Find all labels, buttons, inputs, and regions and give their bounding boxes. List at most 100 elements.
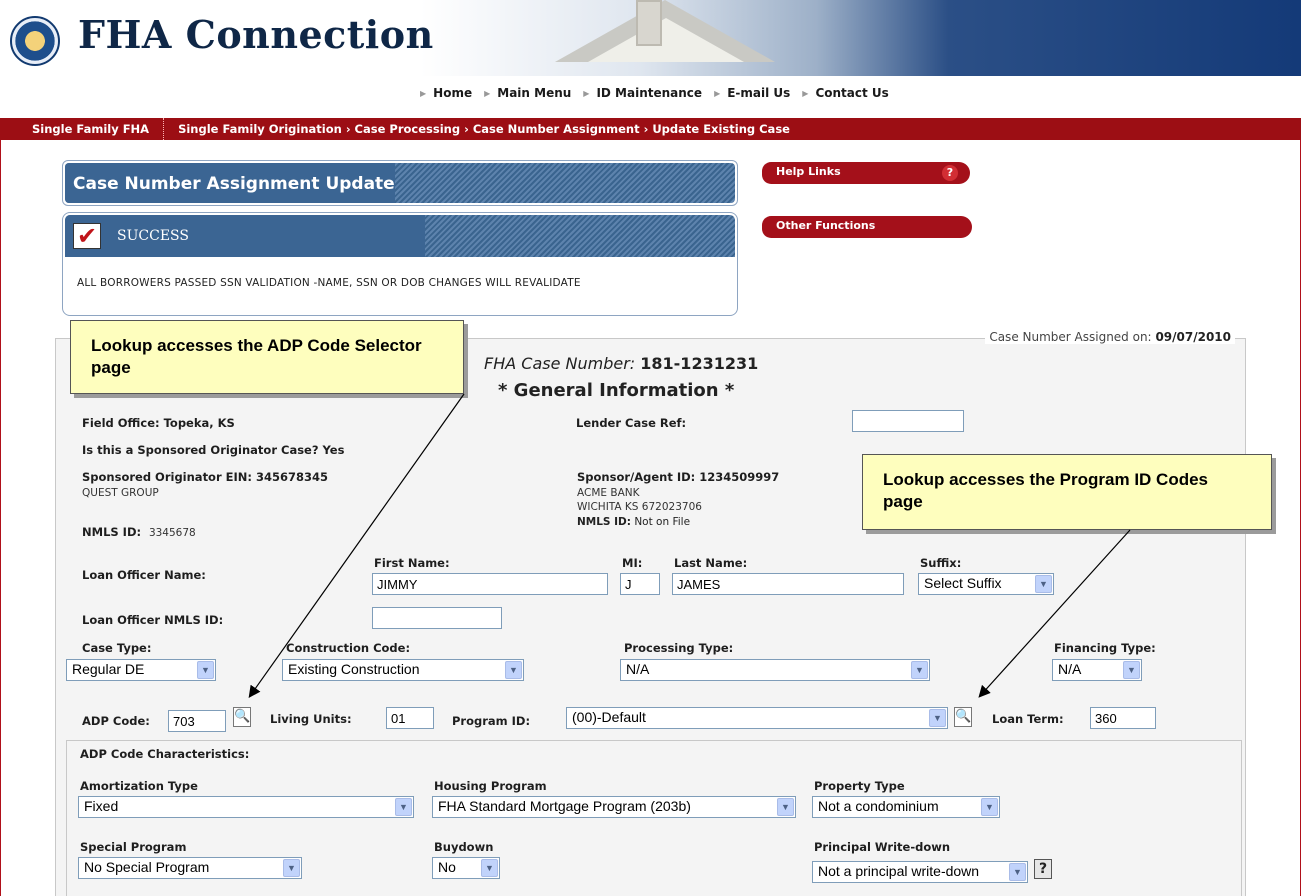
amortization-type-label: Amortization Type xyxy=(80,779,198,793)
property-type-label: Property Type xyxy=(814,779,905,793)
title-panel-fill: Case Number Assignment Update xyxy=(65,163,735,203)
sponsor-nmls-label: NMLS ID: xyxy=(577,516,631,528)
search-icon[interactable]: 🔍 xyxy=(954,707,972,727)
house-window-image xyxy=(636,0,662,46)
special-program-value: No Special Program xyxy=(84,859,210,875)
breadcrumb[interactable]: Single Family Origination › Case Process… xyxy=(164,122,790,136)
adp-lookup-callout: Lookup accesses the ADP Code Selector pa… xyxy=(70,320,464,394)
adp-characteristics-heading: ADP Code Characteristics: xyxy=(80,747,250,761)
adp-code-label: ADP Code: xyxy=(82,714,150,728)
housing-program-value: FHA Standard Mortgage Program (203b) xyxy=(438,798,691,814)
case-type-value: Regular DE xyxy=(72,661,145,677)
amortization-type-value: Fixed xyxy=(84,798,119,814)
sponsor-nmls-value: Not on File xyxy=(634,516,691,528)
header: FHA Connection ▶ Home ▶ Main Menu ▶ ID Main… xyxy=(0,0,1301,118)
amortization-type-select[interactable]: Fixed ▼ xyxy=(78,796,414,818)
chevron-down-icon: ▼ xyxy=(777,798,794,816)
other-functions-button[interactable]: Other Functions xyxy=(762,216,972,238)
processing-type-select[interactable]: N/A ▼ xyxy=(620,659,930,681)
help-links-label: Help Links xyxy=(776,165,841,178)
first-name-label: First Name: xyxy=(374,556,450,570)
special-program-select[interactable]: No Special Program ▼ xyxy=(78,857,302,879)
chevron-down-icon: ▼ xyxy=(283,859,300,877)
case-number-line: FHA Case Number: 181-1231231 xyxy=(484,354,758,373)
nav-contact-us[interactable]: ▶ Contact Us xyxy=(802,86,897,100)
case-assigned-date: Case Number Assigned on: 09/07/2010 xyxy=(985,330,1235,344)
question-icon: ? xyxy=(942,165,958,181)
chevron-down-icon: ▼ xyxy=(981,798,998,816)
sponsor-nmls: NMLS ID: Not on File xyxy=(577,516,690,528)
property-type-select[interactable]: Not a condominium ▼ xyxy=(812,796,1000,818)
program-id-select[interactable]: (00)-Default ▼ xyxy=(566,707,948,729)
arrow-right-icon: ▶ xyxy=(714,88,721,98)
special-program-label: Special Program xyxy=(80,840,187,854)
assigned-date-value: 09/07/2010 xyxy=(1155,330,1231,344)
housing-program-select[interactable]: FHA Standard Mortgage Program (203b) ▼ xyxy=(432,796,796,818)
search-icon[interactable]: 🔍 xyxy=(233,707,251,727)
loan-term-input[interactable] xyxy=(1090,707,1156,729)
page-title: Case Number Assignment Update xyxy=(73,174,395,194)
chevron-down-icon: ▼ xyxy=(911,661,928,679)
success-label: SUCCESS xyxy=(117,228,189,244)
hud-seal-icon xyxy=(10,16,60,66)
chevron-down-icon: ▼ xyxy=(1009,863,1026,881)
breadcrumb-root[interactable]: Single Family FHA xyxy=(0,118,165,140)
sponsor-address: WICHITA KS 672023706 xyxy=(577,501,702,513)
nav-email-us[interactable]: ▶ E-mail Us xyxy=(714,86,798,100)
arrow-right-icon: ▶ xyxy=(802,88,809,98)
checkmark-icon: ✔ xyxy=(73,223,101,249)
buydown-label: Buydown xyxy=(434,840,494,854)
processing-type-label: Processing Type: xyxy=(624,641,734,655)
buydown-value: No xyxy=(438,859,456,875)
arrow-right-icon: ▶ xyxy=(583,88,590,98)
arrow-right-icon: ▶ xyxy=(484,88,491,98)
last-name-input[interactable] xyxy=(672,573,904,595)
financing-type-select[interactable]: N/A ▼ xyxy=(1052,659,1142,681)
first-name-input[interactable] xyxy=(372,573,608,595)
other-functions-label: Other Functions xyxy=(776,219,876,232)
adp-code-input[interactable] xyxy=(168,710,226,732)
construction-code-select[interactable]: Existing Construction ▼ xyxy=(282,659,524,681)
loan-term-label: Loan Term: xyxy=(992,712,1064,726)
nav-label: ID Maintenance xyxy=(596,86,703,100)
loan-officer-nmls-input[interactable] xyxy=(372,607,502,629)
help-icon[interactable]: ? xyxy=(1034,859,1052,879)
chevron-down-icon: ▼ xyxy=(197,661,214,679)
case-type-select[interactable]: Regular DE ▼ xyxy=(66,659,216,681)
help-links-button[interactable]: Help Links ? xyxy=(762,162,970,184)
middle-initial-input[interactable] xyxy=(620,573,660,595)
breadcrumb-bar: Single Family FHA Single Family Originat… xyxy=(0,118,1301,140)
buydown-select[interactable]: No ▼ xyxy=(432,857,500,879)
construction-code-value: Existing Construction xyxy=(288,661,420,677)
property-type-value: Not a condominium xyxy=(818,798,939,814)
nav-main-menu[interactable]: ▶ Main Menu xyxy=(484,86,579,100)
nmls-value: 3345678 xyxy=(148,527,196,539)
construction-code-label: Construction Code: xyxy=(286,641,411,655)
sponsor-agent-id: Sponsor/Agent ID: 1234509997 xyxy=(577,470,780,484)
assigned-label: Case Number Assigned on: xyxy=(989,330,1152,344)
success-message: ALL BORROWERS PASSED SSN VALIDATION -NAM… xyxy=(77,277,581,289)
loan-officer-name-label: Loan Officer Name: xyxy=(82,568,206,582)
nav-id-maintenance[interactable]: ▶ ID Maintenance xyxy=(583,86,710,100)
chevron-down-icon: ▼ xyxy=(1123,661,1140,679)
case-number-label: FHA Case Number: xyxy=(484,354,636,373)
suffix-value: Select Suffix xyxy=(924,575,1002,591)
nav-home[interactable]: ▶ Home xyxy=(420,86,480,100)
lender-case-ref-input[interactable] xyxy=(852,410,964,432)
financing-type-label: Financing Type: xyxy=(1054,641,1156,655)
suffix-select[interactable]: Select Suffix ▼ xyxy=(918,573,1054,595)
nav-label: Contact Us xyxy=(815,86,889,100)
top-navigation: ▶ Home ▶ Main Menu ▶ ID Maintenance ▶ E-mail… xyxy=(420,86,897,100)
sponsored-originator-ein: Sponsored Originator EIN: 345678345 xyxy=(82,470,329,484)
mi-label: MI: xyxy=(622,556,643,570)
principal-writedown-select[interactable]: Not a principal write-down ▼ xyxy=(812,861,1028,883)
processing-type-value: N/A xyxy=(626,661,650,677)
originator-nmls: NMLS ID: 3345678 xyxy=(82,525,196,539)
financing-type-value: N/A xyxy=(1058,661,1082,677)
living-units-input[interactable] xyxy=(386,707,434,729)
sponsored-originator-question: Is this a Sponsored Originator Case? Yes xyxy=(82,443,345,457)
success-header: ✔ SUCCESS xyxy=(65,215,735,257)
page-title-panel: Case Number Assignment Update xyxy=(62,160,738,206)
case-type-label: Case Type: xyxy=(82,641,152,655)
section-heading: * General Information * xyxy=(498,380,735,401)
